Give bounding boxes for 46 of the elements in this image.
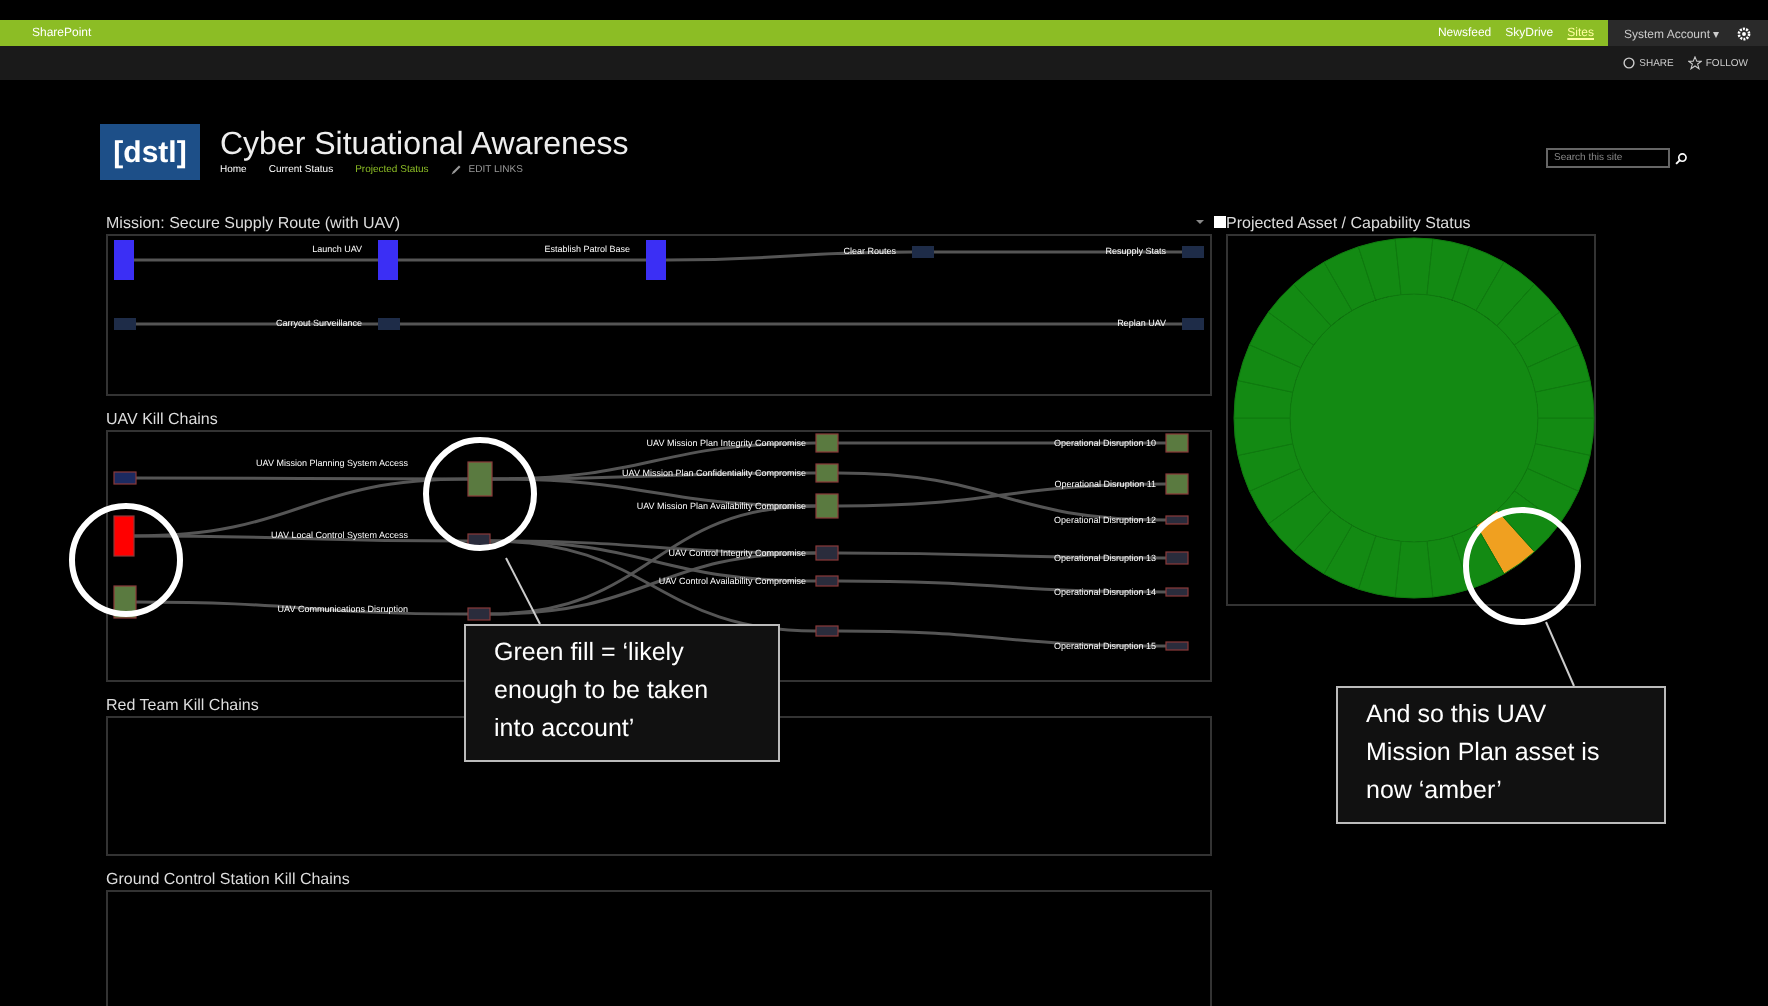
mission-node[interactable] bbox=[114, 318, 136, 330]
section-title: UAV Kill Chains bbox=[106, 409, 218, 427]
kill-chain-node[interactable] bbox=[467, 461, 493, 497]
highlight-circle bbox=[69, 503, 183, 617]
kill-chain-node[interactable] bbox=[815, 463, 839, 483]
site-title: Cyber Situational Awareness bbox=[220, 129, 629, 161]
callout-note: Green fill = ‘likely enough to be taken into account’ bbox=[464, 624, 780, 762]
kill-chain-node[interactable] bbox=[815, 625, 839, 637]
kill-chain-node[interactable] bbox=[815, 575, 839, 587]
kill-chain-node[interactable] bbox=[467, 607, 491, 621]
mission-node[interactable] bbox=[114, 240, 134, 280]
kill-chain-node[interactable] bbox=[1165, 473, 1189, 495]
mission-node[interactable] bbox=[1182, 318, 1204, 330]
kill-chain-node[interactable] bbox=[1165, 587, 1189, 597]
kill-chain-node[interactable] bbox=[1165, 641, 1189, 651]
kill-chain-node[interactable] bbox=[815, 545, 839, 561]
site-logo[interactable]: [dstl] bbox=[100, 124, 200, 180]
caret-icon[interactable] bbox=[1194, 216, 1206, 228]
section-title: Mission: Secure Supply Route (with UAV) bbox=[106, 213, 401, 231]
section-title: Ground Control Station Kill Chains bbox=[106, 869, 350, 887]
mission-node[interactable] bbox=[646, 240, 666, 280]
leader-line bbox=[505, 557, 541, 625]
settings-icon[interactable] bbox=[1735, 25, 1752, 41]
kill-chain-node[interactable] bbox=[113, 471, 137, 485]
pencil-icon bbox=[450, 163, 463, 175]
mission-node[interactable] bbox=[378, 318, 400, 330]
section-title: Red Team Kill Chains bbox=[106, 695, 259, 713]
mission-node[interactable] bbox=[1182, 246, 1204, 258]
kill-chain-node[interactable] bbox=[815, 493, 839, 519]
kill-chain-node[interactable] bbox=[113, 515, 135, 557]
share-icon bbox=[1621, 56, 1636, 70]
mission-node[interactable] bbox=[912, 246, 934, 258]
kill-chain-node[interactable] bbox=[1165, 515, 1189, 525]
kill-chain-node[interactable] bbox=[1165, 433, 1189, 453]
highlight-circle bbox=[1463, 507, 1581, 625]
leader-line bbox=[1545, 621, 1575, 687]
kill-chain-node[interactable] bbox=[1165, 551, 1189, 565]
mission-node[interactable] bbox=[378, 240, 398, 280]
wheel-segment[interactable] bbox=[1426, 535, 1471, 598]
search-icon[interactable] bbox=[1674, 151, 1688, 165]
highlight-circle bbox=[423, 437, 537, 551]
kill-chain-node[interactable] bbox=[815, 433, 839, 453]
callout-note: And so this UAV Mission Plan asset is now ‘amber’ bbox=[1336, 686, 1666, 824]
section-title: Projected Asset / Capability Status bbox=[1226, 213, 1471, 231]
wheel-segment[interactable] bbox=[1513, 467, 1579, 525]
star-icon bbox=[1687, 56, 1702, 70]
